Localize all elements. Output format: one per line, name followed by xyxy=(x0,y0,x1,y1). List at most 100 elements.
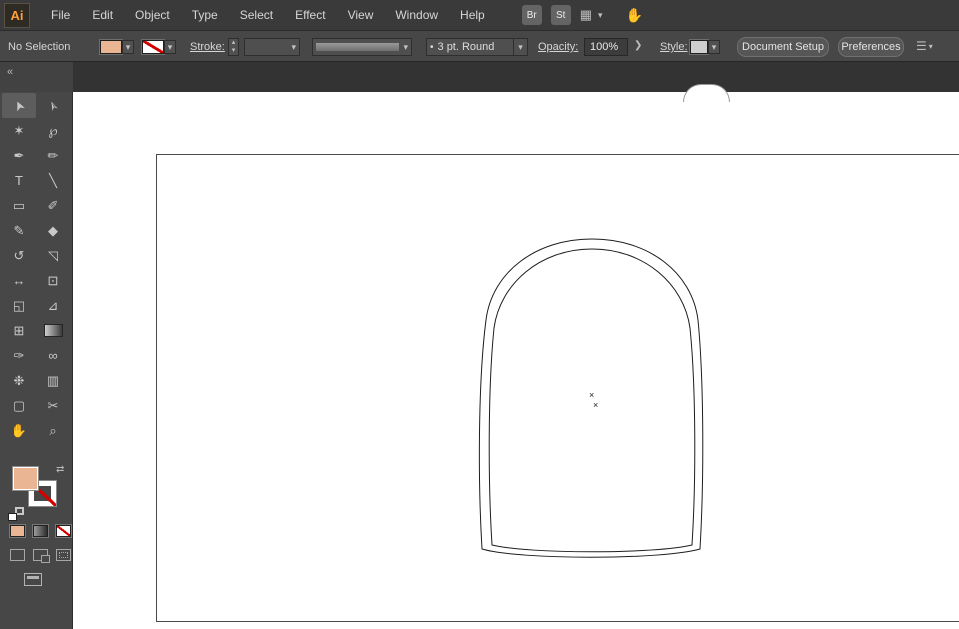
menu-select[interactable]: Select xyxy=(229,0,284,30)
illustrator-logo: Ai xyxy=(4,2,30,28)
color-button[interactable] xyxy=(9,524,26,538)
menu-view[interactable]: View xyxy=(337,0,385,30)
draw-behind-button[interactable] xyxy=(33,549,50,563)
fill-color-swatch[interactable] xyxy=(99,39,123,55)
hand-icon: ✋ xyxy=(10,422,28,438)
draw-inside-button[interactable] xyxy=(56,549,71,561)
arrange-documents-icon[interactable]: ▦ xyxy=(580,7,592,23)
collapse-chevrons-icon: « xyxy=(7,66,14,78)
brush-name: 3 pt. Round xyxy=(437,41,495,53)
eraser-tool[interactable]: ◆ xyxy=(36,218,70,243)
arrange-documents-dropdown-icon[interactable]: ▾ xyxy=(598,10,603,21)
brush-dropdown-icon: ▾ xyxy=(518,41,523,52)
width-profile-dropdown-icon: ▾ xyxy=(403,41,408,52)
menu-window[interactable]: Window xyxy=(384,0,449,30)
document-canvas[interactable]: × × xyxy=(73,92,959,629)
blend-icon: ∞ xyxy=(48,348,58,363)
zoom-tool[interactable]: ⌕ xyxy=(36,418,70,443)
opacity-label[interactable]: Opacity: xyxy=(538,41,578,53)
direct-selection-tool[interactable]: ➣ xyxy=(36,93,70,118)
menu-type[interactable]: Type xyxy=(181,0,229,30)
rectangle-icon: ▭ xyxy=(12,197,26,213)
brush-definition-select[interactable]: • 3 pt. Round xyxy=(426,38,514,56)
paintbrush-tool[interactable]: ✐ xyxy=(36,193,70,218)
column-graph-icon: ▥ xyxy=(46,372,60,388)
free-transform-tool[interactable]: ⊡ xyxy=(36,268,70,293)
menu-effect[interactable]: Effect xyxy=(284,0,336,30)
pen-icon: ✒ xyxy=(13,147,25,163)
bridge-icon[interactable]: Br xyxy=(521,5,542,25)
column-graph-tool[interactable]: ▥ xyxy=(36,368,70,393)
style-label[interactable]: Style: xyxy=(660,41,688,53)
preferences-button[interactable]: Preferences xyxy=(838,37,904,57)
hand-tool[interactable]: ✋ xyxy=(2,418,36,443)
rotate-icon: ↺ xyxy=(13,247,25,263)
symbol-sprayer-tool[interactable]: ❉ xyxy=(2,368,36,393)
toolbar-collapse[interactable]: « xyxy=(0,62,73,92)
swap-fill-stroke-icon[interactable]: ⇄ xyxy=(56,464,64,475)
curvature-tool[interactable]: ✏ xyxy=(36,143,70,168)
perspective-grid-tool[interactable]: ⊿ xyxy=(36,293,70,318)
fill-dropdown-icon[interactable]: ▾ xyxy=(122,40,134,54)
mesh-tool[interactable]: ⊞ xyxy=(2,318,36,343)
type-icon: T xyxy=(15,173,23,188)
rectangle-tool[interactable]: ▭ xyxy=(2,193,36,218)
type-tool[interactable]: T xyxy=(2,168,36,193)
width-profile-preview xyxy=(316,43,400,51)
fill-swatch[interactable] xyxy=(12,466,39,491)
default-fill-stroke-icon[interactable] xyxy=(8,507,24,521)
menu-object[interactable]: Object xyxy=(124,0,181,30)
touch-workspace-icon[interactable]: ✋ xyxy=(626,7,643,24)
default-fill-mini xyxy=(8,513,17,521)
fill-stroke-controls: ⇄ xyxy=(0,464,73,526)
stepper-down-icon[interactable]: ▾ xyxy=(232,47,236,55)
brush-dropdown-button[interactable]: ▾ xyxy=(513,38,528,56)
stroke-label[interactable]: Stroke: xyxy=(190,41,225,53)
menu-file[interactable]: File xyxy=(40,0,81,30)
change-screen-mode-button[interactable] xyxy=(24,573,42,586)
scale-tool[interactable]: ◹ xyxy=(36,243,70,268)
lasso-tool[interactable]: ℘ xyxy=(36,118,70,143)
gradient-tool[interactable] xyxy=(36,318,70,343)
stroke-dropdown-icon[interactable]: ▾ xyxy=(164,40,176,54)
style-dropdown-icon[interactable]: ▾ xyxy=(708,40,720,54)
symbol-sprayer-icon: ❉ xyxy=(13,372,25,388)
none-button[interactable] xyxy=(55,524,72,538)
eraser-icon: ◆ xyxy=(48,222,58,238)
selection-tool-icon: ➤ xyxy=(9,97,28,114)
width-tool[interactable]: ↔ xyxy=(2,268,36,293)
gradient-icon xyxy=(43,324,63,337)
style-swatch[interactable] xyxy=(689,39,709,55)
anchor-x-mark-1: × xyxy=(589,390,595,400)
stock-icon[interactable]: St xyxy=(550,5,571,25)
selection-tool[interactable]: ➤ xyxy=(2,93,36,118)
stroke-weight-select[interactable]: ▾ xyxy=(244,38,300,56)
blend-tool[interactable]: ∞ xyxy=(36,343,70,368)
pencil-tool[interactable]: ✎ xyxy=(2,218,36,243)
tool-grid: ➤ ➣ ✶ ℘ ✒ ✏ T ╲ ▭ ✐ ✎ ◆ ↺ ◹ ↔ ⊡ ◱ ⊿ ⊞ ✑ … xyxy=(0,93,72,443)
document-setup-button[interactable]: Document Setup xyxy=(737,37,829,57)
lasso-icon: ℘ xyxy=(48,122,58,138)
magic-wand-tool[interactable]: ✶ xyxy=(2,118,36,143)
width-profile-select[interactable]: ▾ xyxy=(312,38,412,56)
drawing-mode-buttons xyxy=(10,549,71,563)
stroke-color-swatch[interactable] xyxy=(141,39,165,55)
shape-builder-tool[interactable]: ◱ xyxy=(2,293,36,318)
opacity-input[interactable]: 100% xyxy=(584,38,628,56)
menu-help[interactable]: Help xyxy=(449,0,496,30)
pen-tool[interactable]: ✒ xyxy=(2,143,36,168)
stroke-weight-stepper[interactable]: ▴ ▾ xyxy=(228,38,239,56)
eyedropper-tool[interactable]: ✑ xyxy=(2,343,36,368)
line-segment-tool[interactable]: ╲ xyxy=(36,168,70,193)
control-panel-menu[interactable]: ☰ ▾ xyxy=(916,39,933,53)
slice-tool[interactable]: ✂ xyxy=(36,393,70,418)
draw-normal-button[interactable] xyxy=(10,549,25,561)
gradient-button[interactable] xyxy=(32,524,49,538)
mesh-icon: ⊞ xyxy=(13,322,25,338)
rotate-tool[interactable]: ↺ xyxy=(2,243,36,268)
zoom-icon: ⌕ xyxy=(49,422,57,438)
menu-edit[interactable]: Edit xyxy=(81,0,124,30)
artboard-tool[interactable]: ▢ xyxy=(2,393,36,418)
opacity-flyout-icon[interactable]: ❯ xyxy=(634,40,642,51)
stepper-up-icon[interactable]: ▴ xyxy=(232,39,236,47)
